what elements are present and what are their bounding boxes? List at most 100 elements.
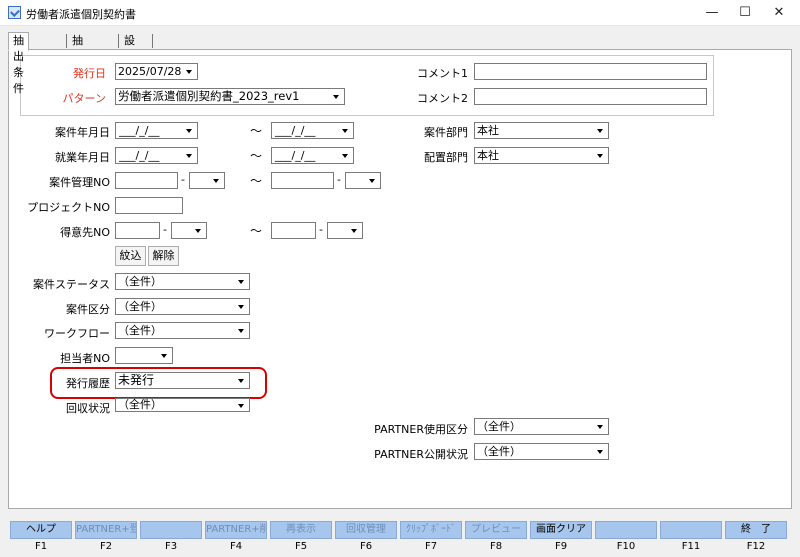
workflow-value: （全件） [118,324,162,337]
work-date-to[interactable]: ___/_/__ [271,147,354,164]
client-no-to-branch[interactable] [327,222,363,239]
project-no-label: プロジェクトNO [27,201,110,214]
tab-separator [152,34,153,48]
case-status-select[interactable]: （全件） [115,273,250,290]
pattern-select[interactable]: 労働者派遣個別契約書_2023_rev1 [115,88,345,105]
chevron-down-icon[interactable] [183,124,196,137]
comment1-input[interactable] [474,63,707,80]
chevron-down-icon[interactable] [594,420,607,433]
f9-label: F9 [554,541,568,552]
chevron-down-icon[interactable] [235,324,248,337]
close-button[interactable]: ✕ [762,0,796,26]
f4-partner-delete-button[interactable]: PARTNER+削除 [205,521,267,539]
comment1-label: コメント1 [417,67,468,80]
f11-button[interactable] [660,521,722,539]
workflow-label: ワークフロー [44,327,110,340]
chevron-down-icon[interactable] [366,174,379,187]
chevron-down-icon[interactable] [235,275,248,288]
chevron-down-icon[interactable] [330,90,343,103]
chevron-down-icon[interactable] [158,349,171,362]
chevron-down-icon[interactable] [594,445,607,458]
f7-label: F7 [424,541,438,552]
chevron-down-icon[interactable] [348,224,361,237]
range-tilde: ～ [250,124,263,138]
pattern-value: 労働者派遣個別契約書_2023_rev1 [118,89,300,103]
case-status-label: 案件ステータス [33,278,110,291]
chevron-down-icon[interactable] [192,224,205,237]
f8-label: F8 [489,541,503,552]
client-no-to-input[interactable] [271,222,316,239]
case-date-to[interactable]: ___/_/__ [271,122,354,139]
tab-settings[interactable]: 設定 [119,32,140,63]
collect-status-value: （全件） [118,398,162,411]
f9-clear-screen-button[interactable]: 画面クリア [530,521,592,539]
chevron-down-icon[interactable] [594,124,607,137]
f10-label: F10 [616,541,636,552]
f12-exit-button[interactable]: 終 了 [725,521,787,539]
case-date-from[interactable]: ___/_/__ [115,122,198,139]
chevron-down-icon[interactable] [183,149,196,162]
minimize-button[interactable]: — [695,0,729,26]
assign-dept-value: 本社 [477,149,499,162]
f7-clipboard-button[interactable]: ｸﾘｯﾌﾟﾎﾞｰﾄﾞ [400,521,462,539]
f6-label: F6 [359,541,373,552]
comment2-input[interactable] [474,88,707,105]
range-tilde: ～ [250,174,263,188]
dash: - [163,223,167,236]
client-no-from-branch[interactable] [171,222,207,239]
f2-label: F2 [99,541,113,552]
staff-no-select[interactable] [115,347,173,364]
chevron-down-icon[interactable] [235,399,248,412]
staff-no-label: 担当者NO [60,352,110,365]
case-class-select[interactable]: （全件） [115,298,250,315]
tab-extract-conditions[interactable]: 抽出条件 [8,32,29,95]
case-dept-label: 案件部門 [424,126,468,139]
f1-help-button[interactable]: ヘルプ [10,521,72,539]
case-status-value: （全件） [118,275,162,288]
filter-button[interactable]: 紋込 [115,246,146,266]
f2-partner-register-button[interactable]: PARTNER+登録 [75,521,137,539]
case-dept-select[interactable]: 本社 [474,122,609,139]
chevron-down-icon[interactable] [235,300,248,313]
issue-date-value: 2025/07/28 [118,65,182,78]
tab-extract-results[interactable]: 抽出結果 [67,32,88,95]
pattern-label: パターン [62,92,106,105]
partner-pub-select[interactable]: （全件） [474,443,609,460]
comment2-label: コメント2 [417,92,468,105]
chevron-down-icon[interactable] [183,65,196,78]
f3-label: F3 [164,541,178,552]
window-title: 労働者派遣個別契約書 [26,8,136,21]
case-no-to-branch[interactable] [345,172,381,189]
workflow-select[interactable]: （全件） [115,322,250,339]
f5-label: F5 [294,541,308,552]
f6-collect-manage-button[interactable]: 回収管理 [335,521,397,539]
chevron-down-icon[interactable] [210,174,223,187]
assign-dept-label: 配置部門 [424,151,468,164]
dash: - [337,173,341,186]
f1-label: F1 [34,541,48,552]
chevron-down-icon[interactable] [339,149,352,162]
client-no-label: 得意先NO [60,226,110,239]
f8-preview-button[interactable]: プレビュー [465,521,527,539]
chevron-down-icon[interactable] [339,124,352,137]
project-no-input[interactable] [115,197,183,214]
collect-status-label: 回収状況 [66,402,110,415]
f10-button[interactable] [595,521,657,539]
assign-dept-select[interactable]: 本社 [474,147,609,164]
case-no-from-branch[interactable] [189,172,225,189]
partner-use-select[interactable]: （全件） [474,418,609,435]
f5-refresh-button[interactable]: 再表示 [270,521,332,539]
clear-button[interactable]: 解除 [148,246,179,266]
dash: - [181,173,185,186]
app-icon [8,6,21,19]
client-no-from-input[interactable] [115,222,160,239]
case-no-from-input[interactable] [115,172,178,189]
maximize-button[interactable]: ☐ [728,0,762,26]
issue-date-picker[interactable]: 2025/07/28 [115,63,198,80]
chevron-down-icon[interactable] [594,149,607,162]
collect-status-select[interactable]: （全件） [115,398,250,412]
f3-button[interactable] [140,521,202,539]
f11-label: F11 [681,541,701,552]
case-no-to-input[interactable] [271,172,334,189]
work-date-from[interactable]: ___/_/__ [115,147,198,164]
